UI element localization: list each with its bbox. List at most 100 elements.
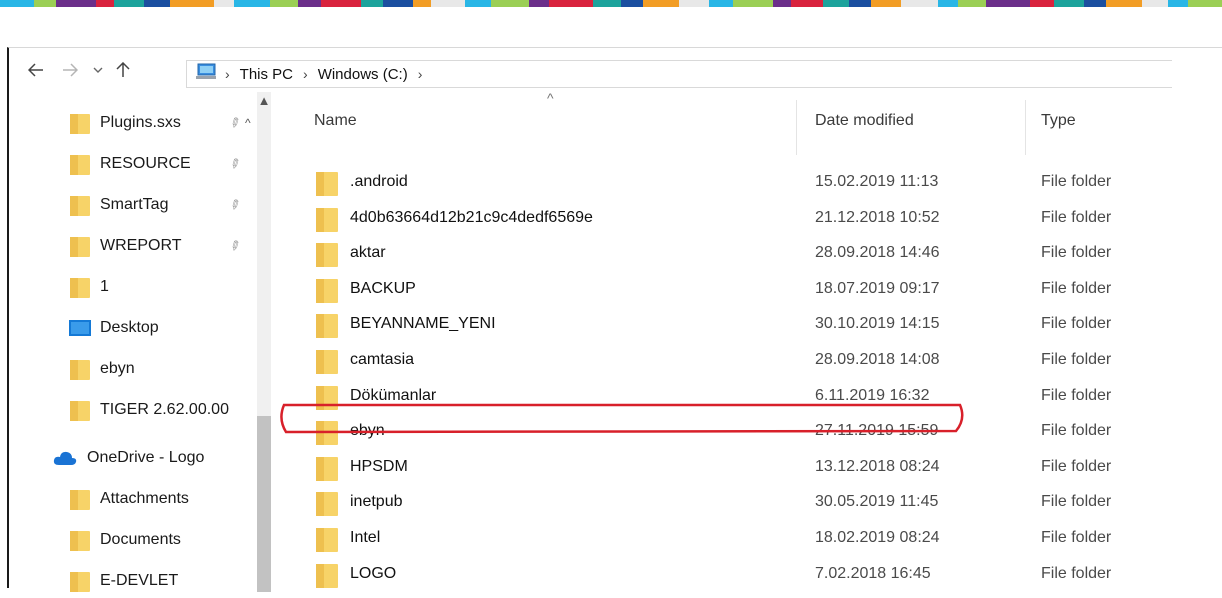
file-row[interactable]: aktar 28.09.2018 14:46 File folder	[281, 238, 1222, 268]
file-name: inetpub	[350, 493, 403, 511]
desktop-icon	[69, 319, 91, 337]
folder-icon	[316, 419, 338, 446]
folder-icon	[69, 398, 91, 422]
file-type: File folder	[1041, 422, 1112, 440]
stripe-segment	[772, 0, 791, 7]
forward-arrow-icon[interactable]	[59, 58, 81, 82]
folder-icon	[69, 528, 91, 552]
file-type: File folder	[1041, 244, 1112, 262]
stripe-segment	[1168, 0, 1189, 7]
sidebar-item-label: RESOURCE	[100, 155, 191, 172]
breadcrumb-windows-c[interactable]: Windows (C:)	[312, 66, 414, 83]
stripe-segment	[465, 0, 492, 7]
file-name: LOGO	[350, 564, 397, 582]
breadcrumb-this-pc[interactable]: This PC	[234, 66, 299, 83]
stripe-segment	[95, 0, 114, 7]
file-row[interactable]: inetpub 30.05.2019 11:45 File folder	[281, 487, 1222, 517]
sidebar-item-onedrive-logo[interactable]: OneDrive - Logo	[9, 441, 298, 475]
file-row[interactable]: BACKUP 18.07.2019 09:17 File folder	[281, 274, 1222, 304]
stripe-segment	[33, 0, 56, 7]
file-row[interactable]: ebyn 27.11.2019 15:59 File folder	[281, 416, 1222, 446]
stripe-segment	[822, 0, 849, 7]
file-name: .android	[350, 173, 408, 190]
file-type: File folder	[1041, 529, 1112, 546]
sidebar-item-label: 1	[100, 278, 109, 295]
column-divider[interactable]	[1025, 100, 1026, 155]
file-row[interactable]: Dökümanlar 6.11.2019 16:32 File folder	[281, 381, 1222, 411]
stripe-segment	[1030, 0, 1055, 7]
pin-icon[interactable]: ✎	[225, 196, 244, 213]
stripe-segment	[169, 0, 214, 7]
pin-icon[interactable]: ✎	[225, 237, 244, 254]
folder-icon	[69, 275, 91, 299]
stripe-segment	[297, 0, 322, 7]
stripe-segment	[620, 0, 643, 7]
navigation-bar: › This PC › Windows (C:) ›	[9, 48, 1222, 92]
sidebar-item-label: Desktop	[100, 319, 159, 336]
file-name: aktar	[350, 244, 386, 262]
file-date-modified: 18.07.2019 09:17	[815, 279, 940, 297]
navigation-pane-scrollbar[interactable]: ▲	[257, 92, 271, 592]
back-arrow-icon[interactable]	[25, 58, 47, 82]
scroll-up-caret-icon[interactable]: ^	[245, 116, 251, 130]
stripe-segment	[55, 0, 96, 7]
stripe-segment	[269, 0, 298, 7]
stripe-segment	[361, 0, 384, 7]
file-name: Dökümanlar	[350, 386, 437, 404]
file-row[interactable]: 4d0b63664d12b21c9c4dedf6569e 21.12.2018 1…	[281, 203, 1222, 233]
column-header-type[interactable]: Type	[1041, 112, 1076, 130]
file-explorer-window: › This PC › Windows (C:) › Plugins.sxs ✎ ^…	[7, 47, 1222, 592]
file-row[interactable]: camtasia 28.09.2018 14:08 File folder	[281, 345, 1222, 375]
file-date-modified: 27.11.2019 15:59	[815, 422, 939, 440]
column-header-name[interactable]: Name	[314, 112, 357, 130]
pin-icon[interactable]: ✎	[225, 114, 244, 131]
file-type: File folder	[1041, 279, 1112, 297]
column-header-date-modified[interactable]: Date modified	[815, 112, 914, 130]
file-row[interactable]: LOGO 7.02.2018 16:45 File folder	[281, 559, 1222, 589]
file-row[interactable]: HPSDM 13.12.2018 08:24 File folder	[281, 452, 1222, 482]
file-row[interactable]: BEYANNAME_YENI 30.10.2019 14:15 File folde…	[281, 309, 1222, 339]
sidebar-item-label: Documents	[100, 531, 181, 548]
file-name: camtasia	[350, 351, 415, 368]
file-row[interactable]: .android 15.02.2019 11:13 File folder	[281, 167, 1222, 197]
file-name: ebyn	[350, 422, 385, 440]
file-row[interactable]: Intel 18.02.2019 08:24 File folder	[281, 523, 1222, 553]
folder-icon	[316, 384, 338, 410]
column-divider[interactable]	[796, 100, 797, 155]
folder-icon	[316, 241, 338, 268]
folder-icon	[69, 357, 91, 381]
sidebar-item-label: TIGER 2.62.00.00	[100, 401, 229, 418]
scroll-up-icon[interactable]: ▲	[257, 92, 271, 112]
address-bar[interactable]: › This PC › Windows (C:) ›	[186, 60, 1172, 88]
folder-icon	[69, 234, 91, 258]
sidebar-item-label: OneDrive - Logo	[87, 449, 205, 466]
file-date-modified: 28.09.2018 14:46	[815, 244, 940, 262]
stripe-segment	[1084, 0, 1107, 7]
stripe-segment	[213, 0, 234, 7]
up-arrow-icon[interactable]	[113, 58, 133, 82]
stripe-segment	[790, 0, 823, 7]
pin-icon[interactable]: ✎	[225, 155, 244, 172]
stripe-segment	[708, 0, 733, 7]
stripe-segment	[678, 0, 709, 7]
folder-icon	[69, 193, 91, 217]
folder-icon	[316, 170, 338, 196]
file-name: BEYANNAME_YENI	[350, 315, 496, 333]
stripe-segment	[413, 0, 432, 7]
stripe-segment	[491, 0, 530, 7]
file-date-modified: 6.11.2019 16:32	[815, 386, 930, 404]
chevron-down-icon[interactable]	[89, 58, 107, 82]
sidebar-item-label: E-DEVLET	[100, 572, 179, 589]
file-name: BACKUP	[350, 279, 416, 297]
file-name: HPSDM	[350, 457, 408, 475]
folder-icon	[69, 111, 91, 135]
folder-icon	[316, 455, 338, 481]
stripe-segment	[0, 0, 34, 7]
breadcrumb-separator-icon: ›	[303, 66, 308, 82]
folder-icon	[69, 569, 91, 593]
file-type: File folder	[1041, 173, 1112, 190]
file-type: File folder	[1041, 351, 1112, 368]
scrollbar-thumb[interactable]	[257, 416, 271, 592]
breadcrumb-separator-icon: ›	[417, 66, 423, 82]
stripe-segment	[986, 0, 1031, 7]
